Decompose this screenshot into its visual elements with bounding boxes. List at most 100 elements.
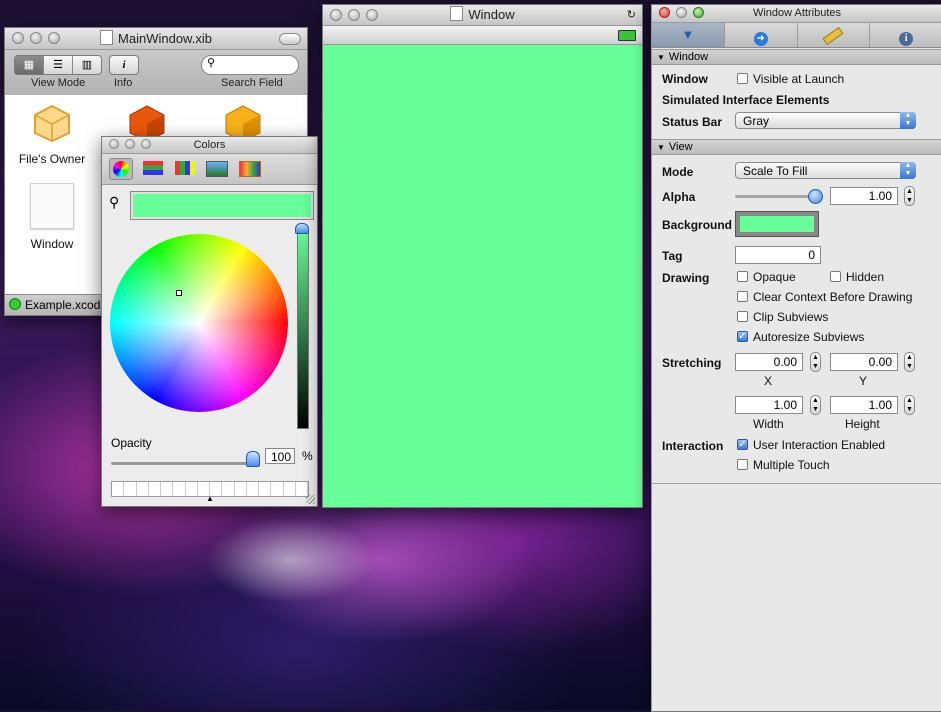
- background-color-swatch: [740, 216, 814, 232]
- visible-at-launch-label: Visible at Launch: [753, 72, 845, 86]
- clear-context-checkbox[interactable]: [737, 291, 748, 302]
- minimize-button[interactable]: [30, 32, 42, 44]
- xib-titlebar[interactable]: MainWindow.xib: [5, 28, 307, 50]
- tag-field[interactable]: 0: [735, 246, 821, 264]
- stretch-width-field[interactable]: 1.00: [735, 396, 803, 414]
- window-item[interactable]: Window: [15, 183, 89, 251]
- alpha-label: Alpha: [662, 190, 696, 204]
- preview-close-button[interactable]: [330, 9, 342, 21]
- rotate-icon[interactable]: ↻: [627, 5, 636, 25]
- colors-zoom-button[interactable]: [141, 139, 151, 149]
- brightness-slider-thumb[interactable]: [295, 223, 309, 234]
- window-section-header[interactable]: ▼ Window: [652, 49, 941, 65]
- list-view-icon[interactable]: ☰: [44, 56, 73, 74]
- stretch-width-label: Width: [753, 417, 784, 431]
- colors-panel: Colors ⚲ Opacity 100 % ▲: [101, 136, 318, 507]
- stretch-height-stepper[interactable]: ▲ ▼: [904, 395, 915, 415]
- image-palettes-mode-button[interactable]: [206, 158, 228, 178]
- toolbar-toggle-button[interactable]: [279, 33, 301, 45]
- search-input[interactable]: ⚲: [201, 55, 299, 75]
- view-section-header[interactable]: ▼ View: [652, 139, 941, 155]
- xib-file-icon: [100, 30, 114, 45]
- window-preview[interactable]: Window ↻: [322, 4, 643, 508]
- tab-connections[interactable]: ➜: [725, 23, 798, 47]
- autoresize-subviews-label: Autoresize Subviews: [753, 330, 865, 344]
- window-label: Window: [662, 72, 708, 86]
- user-interaction-checkbox[interactable]: ✓: [737, 439, 748, 450]
- current-color-swatch[interactable]: [130, 191, 314, 220]
- hidden-label: Hidden: [846, 270, 885, 284]
- alpha-field[interactable]: 1.00: [830, 187, 898, 205]
- alpha-slider-thumb[interactable]: [808, 189, 823, 204]
- simulated-status-bar: [323, 26, 642, 45]
- color-wheel-cursor[interactable]: [176, 290, 182, 296]
- stretch-y-field[interactable]: 0.00: [830, 353, 898, 371]
- color-wheel-mode-button[interactable]: [109, 158, 133, 180]
- stretch-x-field[interactable]: 0.00: [735, 353, 803, 371]
- inspector-minimize-button[interactable]: [676, 7, 687, 18]
- multiple-touch-checkbox[interactable]: [737, 459, 748, 470]
- color-palettes-mode-button[interactable]: [174, 158, 196, 178]
- brightness-slider[interactable]: [297, 229, 309, 429]
- resize-grip-icon[interactable]: [306, 495, 315, 504]
- stretch-x-label: X: [764, 374, 773, 388]
- colors-title: Colors: [193, 139, 226, 151]
- color-wheel[interactable]: [110, 234, 288, 412]
- mode-popup[interactable]: Scale To Fill ▲ ▼: [735, 162, 916, 179]
- window-item-label: Window: [30, 237, 74, 251]
- color-wheel-icon: [113, 161, 129, 177]
- clip-subviews-checkbox[interactable]: [737, 311, 748, 322]
- column-view-icon[interactable]: ▥: [73, 56, 101, 74]
- icon-view-icon[interactable]: ▦: [15, 56, 44, 74]
- crayons-icon: [239, 161, 261, 177]
- hidden-checkbox[interactable]: [830, 271, 841, 282]
- alpha-stepper[interactable]: ▲ ▼: [904, 186, 915, 206]
- opacity-field[interactable]: 100: [265, 448, 295, 464]
- background-label: Background: [662, 218, 733, 232]
- crayons-mode-button[interactable]: [239, 158, 261, 178]
- tab-identity[interactable]: i: [870, 23, 941, 47]
- colors-minimize-button[interactable]: [125, 139, 135, 149]
- background-color-well[interactable]: [735, 211, 819, 237]
- percent-label: %: [302, 449, 313, 463]
- swatch-drawer-handle-icon[interactable]: ▲: [206, 494, 214, 503]
- color-sliders-mode-button[interactable]: [142, 158, 164, 178]
- opacity-slider[interactable]: [111, 462, 253, 465]
- inspector-zoom-button[interactable]: [693, 7, 704, 18]
- inspector-titlebar[interactable]: Window Attributes: [652, 5, 941, 23]
- drawing-label: Drawing: [662, 271, 710, 285]
- stretch-y-stepper[interactable]: ▲ ▼: [904, 352, 915, 372]
- disclosure-triangle-icon: ▼: [657, 143, 665, 152]
- files-owner-item[interactable]: File's Owner: [15, 103, 89, 166]
- status-bar-popup[interactable]: Gray ▲ ▼: [735, 112, 916, 129]
- stretch-height-field[interactable]: 1.00: [830, 396, 898, 414]
- preview-minimize-button[interactable]: [348, 9, 360, 21]
- magnifier-icon[interactable]: ⚲: [109, 194, 119, 211]
- colors-close-button[interactable]: [109, 139, 119, 149]
- connections-icon: ➜: [753, 32, 768, 46]
- colors-titlebar[interactable]: Colors: [102, 137, 317, 154]
- info-icon: i: [122, 59, 126, 71]
- popup-arrows-icon: ▲ ▼: [900, 162, 916, 179]
- tab-attributes[interactable]: ▼: [652, 23, 725, 47]
- autoresize-subviews-checkbox[interactable]: ✓: [737, 331, 748, 342]
- stretch-height-label: Height: [845, 417, 880, 431]
- view-mode-segmented[interactable]: ▦ ☰ ▥: [14, 55, 102, 75]
- preview-zoom-button[interactable]: [366, 9, 378, 21]
- mode-popup-value: Scale To Fill: [743, 164, 808, 178]
- search-field-label: Search Field: [221, 77, 283, 89]
- opaque-label: Opaque: [753, 270, 796, 284]
- palettes-icon: [175, 161, 195, 175]
- zoom-button[interactable]: [48, 32, 60, 44]
- tab-size[interactable]: [798, 23, 871, 47]
- mode-label: Mode: [662, 165, 694, 179]
- opaque-checkbox[interactable]: [737, 271, 748, 282]
- info-button[interactable]: i: [109, 55, 139, 75]
- inspector-close-button[interactable]: [659, 7, 670, 18]
- stretch-x-stepper[interactable]: ▲ ▼: [810, 352, 821, 372]
- window-preview-titlebar[interactable]: Window ↻: [323, 5, 642, 26]
- stretch-width-stepper[interactable]: ▲ ▼: [810, 395, 821, 415]
- visible-at-launch-checkbox[interactable]: [737, 73, 748, 84]
- opacity-slider-thumb[interactable]: [246, 451, 260, 467]
- close-button[interactable]: [12, 32, 24, 44]
